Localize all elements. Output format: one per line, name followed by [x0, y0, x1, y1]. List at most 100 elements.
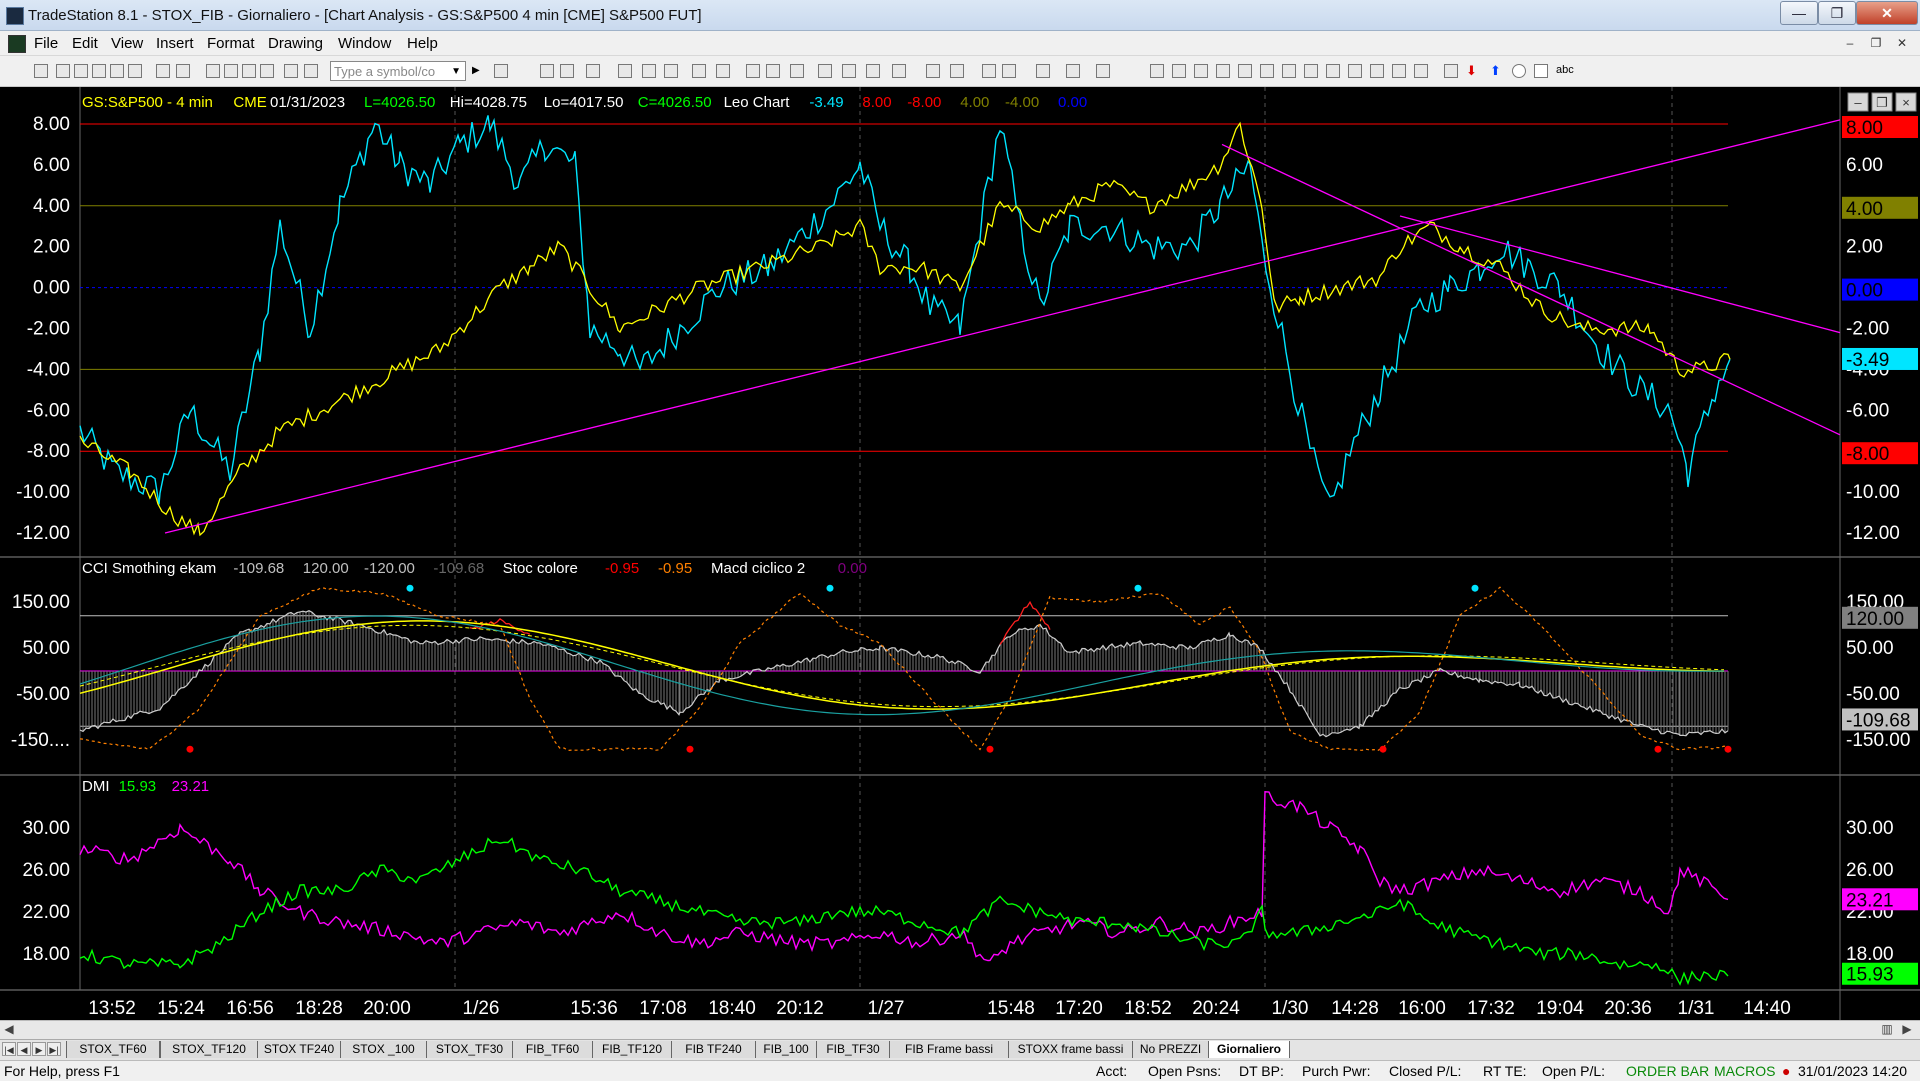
andrews-icon[interactable] — [1282, 64, 1296, 78]
tab-no-prezzi[interactable]: No PREZZI — [1132, 1041, 1209, 1058]
globe-icon[interactable] — [304, 64, 318, 78]
pencil-icon[interactable] — [1414, 64, 1428, 78]
tab-stox-tf120[interactable]: STOX_TF120 — [160, 1041, 258, 1058]
arrow-icon[interactable] — [1444, 64, 1458, 78]
horizontal-lines-icon[interactable] — [1194, 64, 1208, 78]
mdi-restore-button[interactable]: ❐ — [1866, 34, 1886, 52]
pointer-icon[interactable] — [982, 64, 996, 78]
symbol-dropdown-icon[interactable]: ▼ — [451, 62, 461, 82]
insert-strategy-icon[interactable] — [642, 64, 656, 78]
menu-insert[interactable]: Insert — [156, 35, 194, 52]
tab-last-icon[interactable]: ▶| — [47, 1042, 61, 1056]
candle-icon[interactable] — [790, 64, 804, 78]
tab-stox-100[interactable]: STOX _100 — [340, 1041, 427, 1058]
compress-icon[interactable] — [866, 64, 880, 78]
chart-window-icon-btn[interactable] — [206, 64, 220, 78]
rectangle-icon[interactable] — [1534, 64, 1548, 78]
tab-fib-tf60[interactable]: FIB_TF60 — [512, 1041, 593, 1058]
range-icon[interactable] — [1392, 64, 1406, 78]
parallel-icon[interactable] — [1348, 64, 1362, 78]
order-bar-button[interactable]: ORDER BAR — [1626, 1063, 1709, 1079]
horizontal-scrollbar[interactable]: ◀ ▥ ▶ — [0, 1020, 1920, 1039]
macros-button[interactable]: MACROS — [1714, 1063, 1775, 1079]
speed-lines-icon[interactable] — [1304, 64, 1318, 78]
tab-fib-tf240[interactable]: FIB TF240 — [671, 1041, 756, 1058]
open-icon[interactable] — [56, 64, 70, 78]
tab-fib-tf30[interactable]: FIB_TF30 — [816, 1041, 890, 1058]
menu-edit[interactable]: Edit — [72, 35, 98, 52]
drag-icon[interactable] — [1002, 64, 1016, 78]
bar-icon[interactable] — [818, 64, 832, 78]
pane-close-icon[interactable]: × — [1902, 95, 1910, 110]
tab-stox-tf60[interactable]: STOX_TF60 — [66, 1041, 160, 1058]
lock-icon[interactable] — [260, 64, 274, 78]
chart-canvas[interactable]: GS:S&P500 - 4 min CME 01/31/2023 L=4026.50 H… — [0, 87, 1920, 1020]
scroll-left-icon[interactable]: ◀ — [2, 1022, 16, 1036]
close-button[interactable]: ✕ — [1856, 1, 1918, 25]
regression-icon[interactable] — [1326, 64, 1340, 78]
symbol-lookup-icon[interactable] — [494, 64, 508, 78]
save-icon[interactable] — [128, 64, 142, 78]
play-arrow-icon[interactable]: ▶ — [472, 64, 486, 78]
tab-fib-tf120[interactable]: FIB_TF120 — [592, 1041, 672, 1058]
minimize-button[interactable]: — — [1780, 1, 1818, 25]
tab-next-icon[interactable]: ▶ — [32, 1042, 46, 1056]
save-workspace-icon[interactable] — [156, 64, 170, 78]
format-symbol-icon[interactable] — [716, 64, 730, 78]
menu-drawing[interactable]: Drawing — [268, 35, 323, 52]
insert-indicator-icon[interactable] — [618, 64, 632, 78]
menu-view[interactable]: View — [111, 35, 143, 52]
down-arrow-icon[interactable]: ⬇ — [1466, 64, 1480, 78]
tab-stox-tf30[interactable]: STOX_TF30 — [426, 1041, 513, 1058]
gann-icon[interactable] — [1238, 64, 1252, 78]
close-workspace-icon[interactable] — [110, 64, 124, 78]
bar-chart-style-icon[interactable] — [540, 64, 554, 78]
price-scale-icon[interactable] — [766, 64, 780, 78]
tab-first-icon[interactable]: |◀ — [2, 1042, 16, 1056]
menu-window[interactable]: Window — [338, 35, 391, 52]
up-arrow-icon[interactable]: ⬆ — [1490, 64, 1504, 78]
scanner-icon[interactable] — [284, 64, 298, 78]
maximize-button[interactable]: ❐ — [1818, 1, 1856, 25]
new-icon[interactable] — [34, 64, 48, 78]
tools-icon[interactable] — [1036, 64, 1050, 78]
print-icon[interactable] — [176, 64, 190, 78]
trendline-icon[interactable] — [1150, 64, 1164, 78]
tab-giornaliero[interactable]: Giornaliero — [1208, 1041, 1290, 1058]
bar-interval-icon[interactable] — [746, 64, 760, 78]
pane-minimize-icon[interactable]: – — [1854, 95, 1862, 110]
symbol-input[interactable]: Type a symbol/co ▼ — [330, 61, 466, 81]
order-icon[interactable] — [1066, 64, 1080, 78]
matrix-icon[interactable] — [242, 64, 256, 78]
tab-fib-frame-bassi[interactable]: FIB Frame bassi — [889, 1041, 1009, 1058]
format-icon[interactable] — [664, 64, 678, 78]
data-window-icon[interactable] — [586, 64, 600, 78]
text-tool-icon[interactable]: abc — [1556, 64, 1574, 76]
scroll-right-icon[interactable]: ▶ — [1900, 1022, 1914, 1036]
format-window-icon[interactable] — [692, 64, 706, 78]
menu-file[interactable]: File — [34, 35, 58, 52]
tab-fib-100[interactable]: FIB_100 — [755, 1041, 817, 1058]
menu-format[interactable]: Format — [207, 35, 255, 52]
channel-icon[interactable] — [1260, 64, 1274, 78]
zoom-out-icon[interactable] — [950, 64, 964, 78]
crosshair-icon[interactable] — [1096, 64, 1110, 78]
zoom-in-icon[interactable] — [926, 64, 940, 78]
pane-restore-icon[interactable]: ❐ — [1876, 95, 1888, 110]
bar-spacing-icon[interactable] — [842, 64, 856, 78]
scroll-thumb-icon[interactable]: ▥ — [1880, 1022, 1894, 1036]
ellipse-icon[interactable] — [1512, 64, 1526, 78]
tab-stoxx-frame-bassi[interactable]: STOXX frame bassi — [1008, 1041, 1133, 1058]
fib-icon[interactable] — [1216, 64, 1230, 78]
mdi-close-button[interactable]: ✕ — [1892, 34, 1912, 52]
open-workspace-icon[interactable] — [74, 64, 88, 78]
tab-prev-icon[interactable]: ◀ — [17, 1042, 31, 1056]
vertical-lines-icon[interactable] — [1172, 64, 1186, 78]
expand-icon[interactable] — [892, 64, 906, 78]
line-style-icon[interactable] — [560, 64, 574, 78]
radar-icon[interactable] — [224, 64, 238, 78]
menu-help[interactable]: Help — [407, 35, 438, 52]
mdi-minimize-button[interactable]: – — [1840, 34, 1860, 52]
workspace-icon[interactable] — [92, 64, 106, 78]
chart-analysis-area[interactable]: GS:S&P500 - 4 min CME 01/31/2023 L=4026.50 H… — [0, 87, 1920, 1020]
